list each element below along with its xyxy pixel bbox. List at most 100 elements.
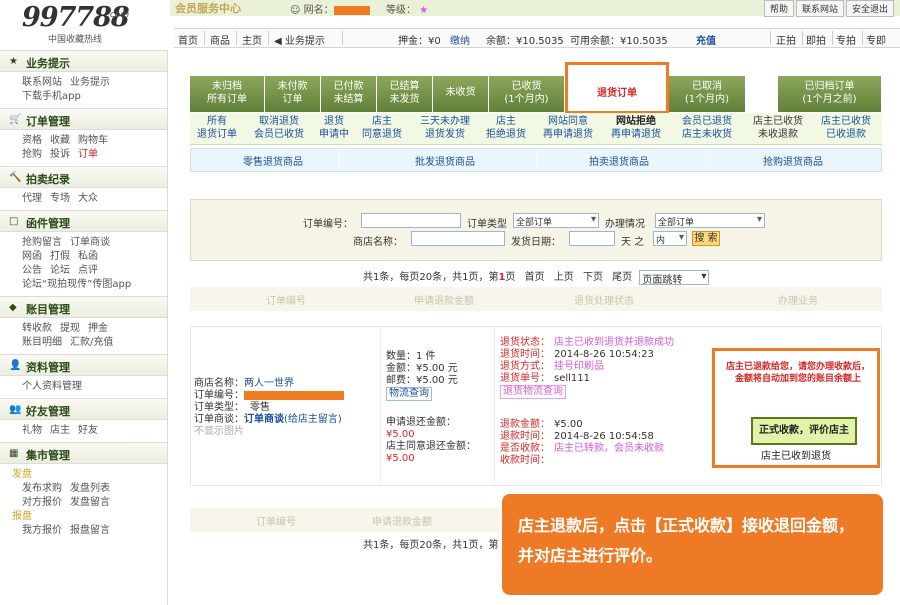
pager-prev[interactable]: 上页 xyxy=(554,272,574,283)
sidebar-link[interactable]: 转收款 xyxy=(22,323,52,334)
sidebar-link[interactable]: 代理 xyxy=(22,193,42,204)
sidebar-section-notice[interactable]: ★ 业务提示 xyxy=(0,50,167,72)
sidebar-section-letters[interactable]: □ 函件管理 xyxy=(0,210,167,232)
sidebar-link[interactable]: 抢购留言 xyxy=(22,237,62,248)
nav-special-instant[interactable]: 专即 xyxy=(866,32,886,47)
sidebar-link[interactable]: 公告 xyxy=(22,265,42,276)
sidebar-link[interactable]: 押金 xyxy=(88,323,108,334)
sidebar-link[interactable]: 对方报价 xyxy=(22,497,62,508)
sidebar-link[interactable]: 抢购 xyxy=(22,149,42,160)
nav-auction-live[interactable]: 正拍 xyxy=(776,32,796,47)
pay-deposit-link[interactable]: 缴纳 xyxy=(450,32,470,47)
category-auction[interactable]: 拍卖退货商品 xyxy=(589,153,649,168)
return-logistics-button[interactable]: 退货物流查询 xyxy=(500,385,566,399)
sidebar-link[interactable]: 报盘留言 xyxy=(70,525,110,536)
sidebar-link[interactable]: 论坛“现拍现传”传图app xyxy=(22,279,131,290)
order-no-input[interactable] xyxy=(361,213,461,228)
tab-cancelled[interactable]: 已取消 (1个月内) xyxy=(669,76,746,112)
confirm-receipt-button[interactable]: 正式收款，评价店主 xyxy=(751,417,857,445)
nav-auction-instant[interactable]: 即拍 xyxy=(806,32,826,47)
sidebar-link[interactable]: 投诉 xyxy=(50,149,70,160)
sidebar-link[interactable]: 礼物 xyxy=(22,425,42,436)
sidebar-link[interactable]: 大众 xyxy=(78,193,98,204)
subtab-owner-received-refunded[interactable]: 店主已收货 已收退款 xyxy=(814,115,878,141)
sidebar-section-orders[interactable]: 🛒 订单管理 xyxy=(0,108,167,130)
sidebar-link[interactable]: 联系网站 xyxy=(22,77,62,88)
sidebar-section-profile[interactable]: 👤 资料管理 xyxy=(0,354,167,376)
tab-settled[interactable]: 已结算 未发货 xyxy=(377,76,433,112)
ship-days-input[interactable] xyxy=(569,231,615,246)
sidebar-link[interactable]: 订单商谈 xyxy=(70,237,110,248)
sidebar-link[interactable]: 个人资料管理 xyxy=(22,381,82,392)
subtab-member-returned[interactable]: 会员已退货 店主未收货 xyxy=(674,115,740,141)
logout-link[interactable]: 安全退出 xyxy=(845,0,894,17)
subtab-owner-refused[interactable]: 店主 拒绝退货 xyxy=(480,115,532,141)
recharge-link[interactable]: 充值 xyxy=(696,32,716,47)
page-jump-select[interactable]: 页面跳转 ▾ xyxy=(639,269,710,286)
order-talk-link[interactable]: 订单商谈 xyxy=(244,414,284,425)
category-retail[interactable]: 零售退货商品 xyxy=(243,153,303,168)
subtab-cancel-return[interactable]: 取消退货 会员已收货 xyxy=(248,115,310,141)
sidebar-link[interactable]: 私函 xyxy=(78,251,98,262)
shop-name-link[interactable]: 两人一世界 xyxy=(244,378,294,389)
sidebar-link[interactable]: 专场 xyxy=(50,193,70,204)
sidebar-section-auction[interactable]: 🔨 拍卖纪录 xyxy=(0,166,167,188)
site-logo[interactable]: 997788 .com 中国收藏热线 xyxy=(22,2,142,46)
help-link[interactable]: 帮助 xyxy=(763,0,794,17)
nav-mypage[interactable]: 主页 xyxy=(242,32,262,47)
pager-last[interactable]: 尾页 xyxy=(612,272,632,283)
status-select[interactable]: 全部订单 xyxy=(655,213,765,228)
sidebar-link-orders-active[interactable]: 订单 xyxy=(78,149,98,160)
nav-auction-special[interactable]: 专拍 xyxy=(836,32,856,47)
order-type-select[interactable]: 全部订单 xyxy=(513,213,599,228)
logistics-query-button[interactable]: 物流查询 xyxy=(386,387,432,401)
sidebar-link[interactable]: 下载手机app xyxy=(22,91,81,102)
sidebar-link[interactable]: 汇款/充值 xyxy=(70,337,113,348)
tab-unarchived[interactable]: 未归档 所有订单 xyxy=(190,76,265,112)
days-range-select[interactable]: 内 xyxy=(653,231,687,246)
pager-next[interactable]: 下页 xyxy=(583,272,603,283)
subtab-site-refused[interactable]: 网站拒绝 再申请退货 xyxy=(604,115,668,141)
subtab-return-applying[interactable]: 退货 申请中 xyxy=(314,115,354,141)
category-flash-sale[interactable]: 抢购退货商品 xyxy=(763,153,823,168)
sidebar-link[interactable]: 店主 xyxy=(50,425,70,436)
sidebar-link[interactable]: 收藏 xyxy=(50,135,70,146)
search-button[interactable]: 搜 索 xyxy=(692,231,720,246)
sidebar-link[interactable]: 网函 xyxy=(22,251,42,262)
category-wholesale[interactable]: 批发退货商品 xyxy=(415,153,475,168)
tab-unpaid[interactable]: 未付款 订单 xyxy=(265,76,321,112)
sidebar-link[interactable]: 发盘列表 xyxy=(70,483,110,494)
sidebar-link[interactable]: 业务提示 xyxy=(70,77,110,88)
subtab-label: 未收退款 xyxy=(758,129,798,140)
tab-received[interactable]: 已收货 (1个月内) xyxy=(489,76,565,112)
sidebar-link[interactable]: 我方报价 xyxy=(22,525,62,536)
nav-goods[interactable]: 商品 xyxy=(210,32,230,47)
sidebar-section-friends[interactable]: 👥 好友管理 xyxy=(0,398,167,420)
sidebar-link[interactable]: 资格 xyxy=(22,135,42,146)
sidebar-link[interactable]: 论坛 xyxy=(50,265,70,276)
sidebar-link[interactable]: 提现 xyxy=(60,323,80,334)
tab-paid[interactable]: 已付款 未结算 xyxy=(321,76,377,112)
sidebar-link[interactable]: 发盘留言 xyxy=(70,497,110,508)
sidebar-link[interactable]: 账目明细 xyxy=(22,337,62,348)
sidebar-link[interactable]: 点评 xyxy=(78,265,98,276)
nav-notice[interactable]: ◀ 业务提示 xyxy=(274,32,325,47)
sidebar-section-accounts[interactable]: ◆ 账目管理 xyxy=(0,296,167,318)
nav-home[interactable]: 首页 xyxy=(178,32,198,47)
pager-first[interactable]: 首页 xyxy=(525,272,545,283)
tab-archived[interactable]: 已归档订单 (1个月之前) xyxy=(778,76,882,112)
sidebar-link[interactable]: 好友 xyxy=(78,425,98,436)
sidebar-link[interactable]: 购物车 xyxy=(78,135,108,146)
subtab-owner-agreed[interactable]: 店主 同意退货 xyxy=(356,115,408,141)
subtab-owner-received-unrefunded[interactable]: 店主已收货 未收退款 xyxy=(746,115,810,141)
tab-return-orders[interactable]: 退货订单 xyxy=(565,62,669,114)
sidebar-link[interactable]: 发布求购 xyxy=(22,483,62,494)
subtab-all-returns[interactable]: 所有 退货订单 xyxy=(192,115,242,141)
subtab-site-agreed[interactable]: 网站同意 再申请退货 xyxy=(536,115,600,141)
contact-link[interactable]: 联系网站 xyxy=(795,0,844,17)
tab-not-received[interactable]: 未收货 xyxy=(433,76,489,112)
subtab-three-days[interactable]: 三天未办理 退货发货 xyxy=(414,115,476,141)
shop-name-input[interactable] xyxy=(411,231,505,246)
sidebar-section-market[interactable]: ▦ 集市管理 xyxy=(0,442,167,464)
sidebar-link[interactable]: 打假 xyxy=(50,251,70,262)
